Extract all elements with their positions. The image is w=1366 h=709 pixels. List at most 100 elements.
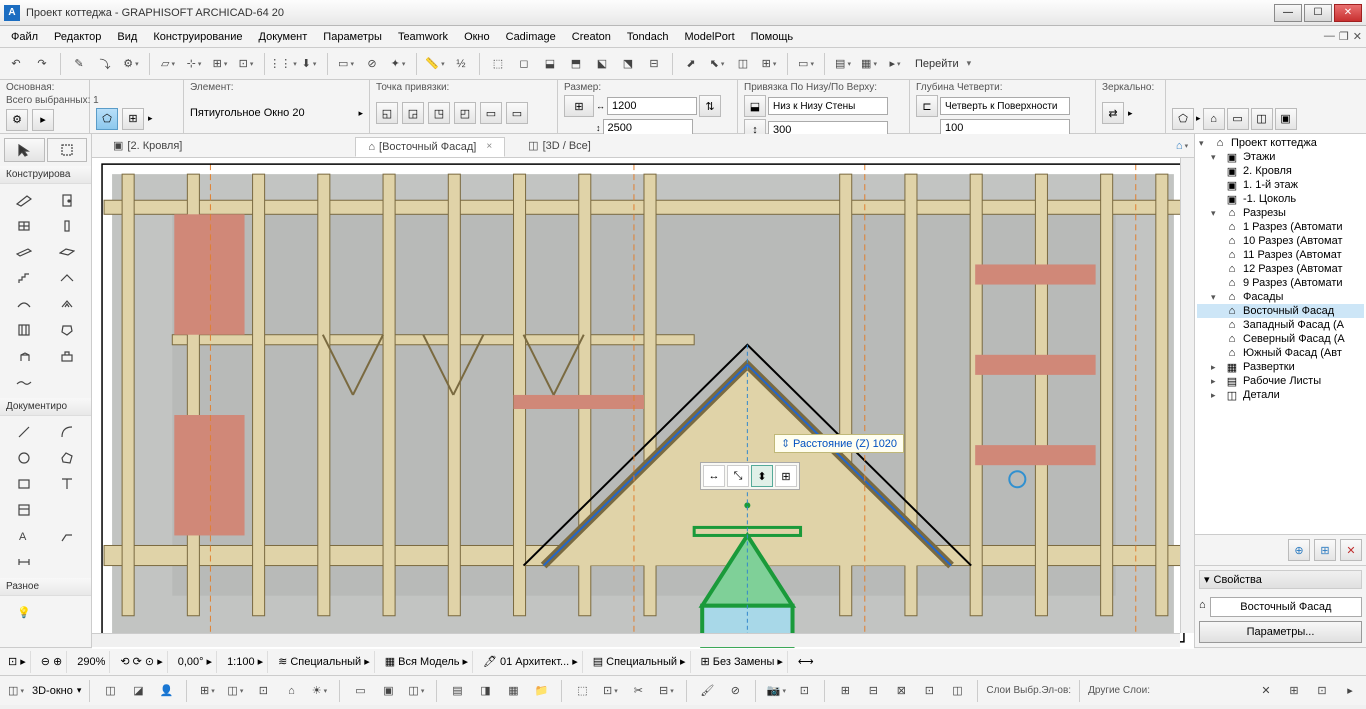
tree-root[interactable]: ▾⌂ Проект коттеджа — [1197, 136, 1364, 150]
shell-tool[interactable] — [4, 292, 45, 316]
b16[interactable]: ⬚ — [570, 679, 594, 703]
pet-elevate[interactable]: ⬍ — [751, 465, 773, 487]
b22[interactable]: 📷 — [764, 679, 788, 703]
angle-value[interactable]: 0,00° ▸ — [174, 651, 217, 673]
tree-elev-east[interactable]: ⌂Восточный Фасад — [1197, 304, 1364, 318]
b14[interactable]: ▦ — [501, 679, 525, 703]
close-button[interactable]: ✕ — [1334, 4, 1362, 22]
br4[interactable]: ▸ — [1338, 679, 1362, 703]
scale-value[interactable]: 1:100 ▸ — [223, 651, 268, 673]
skylight-tool[interactable] — [47, 292, 88, 316]
drawing-canvas[interactable] — [92, 134, 1194, 649]
arrow-tool[interactable] — [4, 138, 45, 162]
anchor-6[interactable]: ▭ — [506, 102, 528, 124]
b18[interactable]: ✂ — [626, 679, 650, 703]
status-dim[interactable]: ⟷ — [794, 651, 818, 673]
measure-button[interactable]: 📏 — [423, 52, 447, 76]
worksheet-tool[interactable] — [4, 498, 45, 522]
ext-3[interactable]: ▭ — [1227, 108, 1249, 130]
v-scrollbar[interactable] — [1180, 134, 1194, 633]
menu-cadimage[interactable]: Cadimage — [499, 29, 563, 45]
tree-sect-12[interactable]: ⌂12 Разрез (Автомат — [1197, 262, 1364, 276]
t9[interactable]: ⬉ — [705, 52, 729, 76]
stair-tool[interactable] — [4, 266, 45, 290]
t5[interactable]: ⬕ — [590, 52, 614, 76]
b1[interactable]: ◫ — [98, 679, 122, 703]
menu-edit[interactable]: Редактор — [47, 29, 108, 45]
tree-elev-west[interactable]: ⌂Западный Фасад (А — [1197, 318, 1364, 332]
bind-select[interactable] — [768, 97, 888, 115]
morph-tool[interactable] — [47, 318, 88, 342]
pick-button[interactable]: ✎ — [67, 52, 91, 76]
status-layers[interactable]: ≋ Специальный ▸ — [274, 651, 375, 673]
favorites-button[interactable]: ⚙ — [119, 52, 143, 76]
menu-modelport[interactable]: ModelPort — [678, 29, 742, 45]
column-tool[interactable] — [47, 214, 88, 238]
ext-1[interactable]: ⬠ — [1172, 108, 1194, 130]
prop-name-input[interactable] — [1210, 597, 1362, 617]
tree-elev-south[interactable]: ⌂Южный Фасад (Авт — [1197, 346, 1364, 360]
t11[interactable]: ⊞ — [757, 52, 781, 76]
slab-tool[interactable] — [47, 240, 88, 264]
label-tool[interactable] — [47, 524, 88, 548]
bulb-tool[interactable]: 💡 — [4, 600, 45, 624]
b4[interactable]: ⊞ — [195, 679, 219, 703]
properties-header[interactable]: ▾Свойства — [1199, 570, 1362, 589]
br3[interactable]: ⊡ — [1310, 679, 1334, 703]
b8[interactable]: ☀ — [307, 679, 331, 703]
status-override[interactable]: ⊞ Без Замены ▸ — [697, 651, 788, 673]
reveal-select[interactable] — [940, 97, 1070, 115]
tree-story-0[interactable]: ▣-1. Цоколь — [1197, 192, 1364, 206]
geometry-method-1[interactable]: ⬠ — [96, 108, 118, 130]
section-tool[interactable] — [47, 472, 88, 496]
tree-stories[interactable]: ▾▣ Этажи — [1197, 150, 1364, 164]
geometry-method-2[interactable]: ⊞ — [122, 108, 144, 130]
tree-sect-1[interactable]: ⌂1 Разрез (Автомати — [1197, 220, 1364, 234]
drawing-tool[interactable] — [4, 472, 45, 496]
roof-tool[interactable] — [47, 266, 88, 290]
gravity-button[interactable]: ⬇ — [297, 52, 321, 76]
beam-tool[interactable] — [4, 240, 45, 264]
menu-design[interactable]: Конструирование — [146, 29, 249, 45]
b25[interactable]: ⊟ — [861, 679, 885, 703]
tab-elevation[interactable]: ⌂ [Восточный Фасад] × — [355, 137, 505, 157]
settings-button-nav[interactable]: Параметры... — [1199, 621, 1362, 643]
doc-btn[interactable]: ▭ — [794, 52, 818, 76]
element-dropdown-icon[interactable]: ▸ — [358, 108, 363, 119]
b12[interactable]: ▤ — [445, 679, 469, 703]
tree-sect-9[interactable]: ⌂9 Разрез (Автомати — [1197, 276, 1364, 290]
zoom-out-icon[interactable]: ⊖ — [41, 655, 50, 668]
menu-teamwork[interactable]: Teamwork — [391, 29, 455, 45]
wall-tool[interactable] — [4, 188, 45, 212]
window-tool[interactable] — [4, 214, 45, 238]
tree-elevations[interactable]: ▾⌂ Фасады — [1197, 290, 1364, 304]
trace-button[interactable]: ▭ — [334, 52, 358, 76]
arc-tool[interactable] — [47, 420, 88, 444]
doc-close-icon[interactable]: ✕ — [1353, 30, 1362, 43]
tree-story-1[interactable]: ▣1. 1-й этаж — [1197, 178, 1364, 192]
zoom-in-icon[interactable]: ⊕ — [53, 655, 62, 668]
lamp-tool[interactable] — [47, 370, 88, 394]
tree-elev-north[interactable]: ⌂Северный Фасад (А — [1197, 332, 1364, 346]
tree-sect-10[interactable]: ⌂10 Разрез (Автомат — [1197, 234, 1364, 248]
b20[interactable]: 🖌 — [695, 679, 719, 703]
anchor-1[interactable]: ◱ — [376, 102, 398, 124]
tab-close-icon[interactable]: × — [486, 141, 492, 152]
poly-tool[interactable] — [47, 446, 88, 470]
b27[interactable]: ⊡ — [917, 679, 941, 703]
book-btn[interactable]: ▦ — [857, 52, 881, 76]
t6[interactable]: ⬔ — [616, 52, 640, 76]
tree-sect-11[interactable]: ⌂11 Разрез (Автомат — [1197, 248, 1364, 262]
view-switch[interactable]: ◫ — [4, 679, 28, 703]
menu-tondach[interactable]: Tondach — [620, 29, 676, 45]
ext-5[interactable]: ▣ — [1275, 108, 1297, 130]
snapguide-button[interactable]: ⊞ — [208, 52, 232, 76]
b13[interactable]: ◨ — [473, 679, 497, 703]
b7[interactable]: ⌂ — [279, 679, 303, 703]
menu-options[interactable]: Параметры — [316, 29, 389, 45]
menu-help[interactable]: Помощь — [744, 29, 801, 45]
navigator-tree[interactable]: ▾⌂ Проект коттеджа ▾▣ Этажи ▣2. Кровля ▣… — [1195, 134, 1366, 534]
br2[interactable]: ⊞ — [1282, 679, 1306, 703]
anchor-2[interactable]: ◲ — [402, 102, 424, 124]
circle-tool[interactable] — [4, 446, 45, 470]
